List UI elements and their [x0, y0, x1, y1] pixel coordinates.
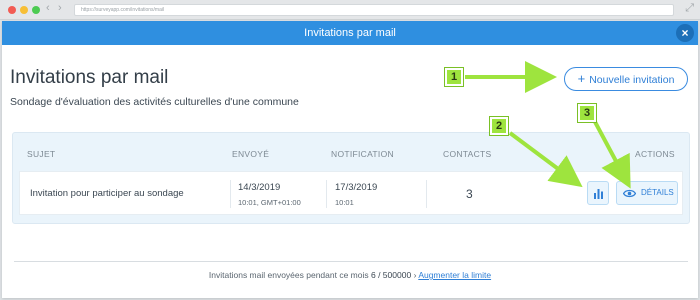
- chevron-right-icon: ›: [413, 270, 417, 280]
- footer-text: Invitations mail envoyées pendant ce moi…: [208, 270, 369, 280]
- page-subtitle: Sondage d'évaluation des activités cultu…: [10, 96, 299, 108]
- details-button[interactable]: DÉTAILS: [616, 181, 678, 205]
- column-header-notification: NOTIFICATION: [331, 149, 394, 159]
- bar-chart-icon: [594, 189, 603, 199]
- window-maximize-dot[interactable]: [32, 6, 40, 14]
- cell-contacts: 3: [466, 187, 473, 201]
- new-invitation-button[interactable]: + Nouvelle invitation: [564, 67, 688, 91]
- column-header-actions: ACTIONS: [635, 149, 675, 159]
- column-divider: [326, 180, 327, 208]
- eye-icon: [623, 189, 636, 198]
- window-close-dot[interactable]: [8, 6, 16, 14]
- column-header-sent: ENVOYÉ: [232, 149, 270, 159]
- forward-arrow-icon[interactable]: ›: [58, 2, 62, 14]
- column-header-subject: SUJET: [27, 149, 56, 159]
- close-button[interactable]: ×: [676, 24, 694, 42]
- cell-subject: Invitation pour participer au sondage: [30, 188, 184, 199]
- table-row: Invitation pour participer au sondage 14…: [19, 171, 683, 215]
- footer-quota: Invitations mail envoyées pendant ce moi…: [2, 270, 698, 280]
- window-minimize-dot[interactable]: [20, 6, 28, 14]
- column-divider: [230, 180, 231, 208]
- close-icon: ×: [681, 26, 689, 40]
- footer-divider: [14, 261, 688, 262]
- increase-limit-link[interactable]: Augmenter la limite: [418, 270, 491, 280]
- cell-sent-time: 10:01, GMT+01:00: [238, 198, 301, 207]
- cell-sent-date: 14/3/2019: [238, 182, 281, 193]
- page-title: Invitations par mail: [10, 67, 169, 88]
- column-divider: [426, 180, 427, 208]
- plus-icon: +: [577, 71, 586, 86]
- url-bar[interactable]: https://surveyapp.com/invitations/mail: [74, 4, 674, 16]
- modal-header: Invitations par mail ×: [2, 21, 698, 45]
- callout-badge-1: 1: [444, 67, 464, 87]
- footer-count: 6 / 500000: [371, 270, 412, 280]
- details-label: DÉTAILS: [641, 188, 674, 197]
- new-invitation-label: Nouvelle invitation: [589, 74, 675, 86]
- modal-title: Invitations par mail: [304, 27, 396, 39]
- cell-notification-date: 17/3/2019: [335, 182, 378, 193]
- back-arrow-icon[interactable]: ‹: [46, 2, 50, 14]
- callout-badge-2: 2: [489, 116, 509, 136]
- statistics-button[interactable]: [587, 181, 609, 205]
- expand-icon[interactable]: ⤢: [685, 2, 694, 15]
- invitations-table: SUJET ENVOYÉ NOTIFICATION CONTACTS ACTIO…: [12, 132, 690, 224]
- column-header-contacts: CONTACTS: [443, 149, 492, 159]
- browser-chrome: ‹ › https://surveyapp.com/invitations/ma…: [0, 0, 700, 20]
- invitations-modal: Invitations par mail × Invitations par m…: [2, 21, 698, 298]
- callout-badge-3: 3: [577, 103, 597, 123]
- cell-notification-time: 10:01: [335, 198, 354, 207]
